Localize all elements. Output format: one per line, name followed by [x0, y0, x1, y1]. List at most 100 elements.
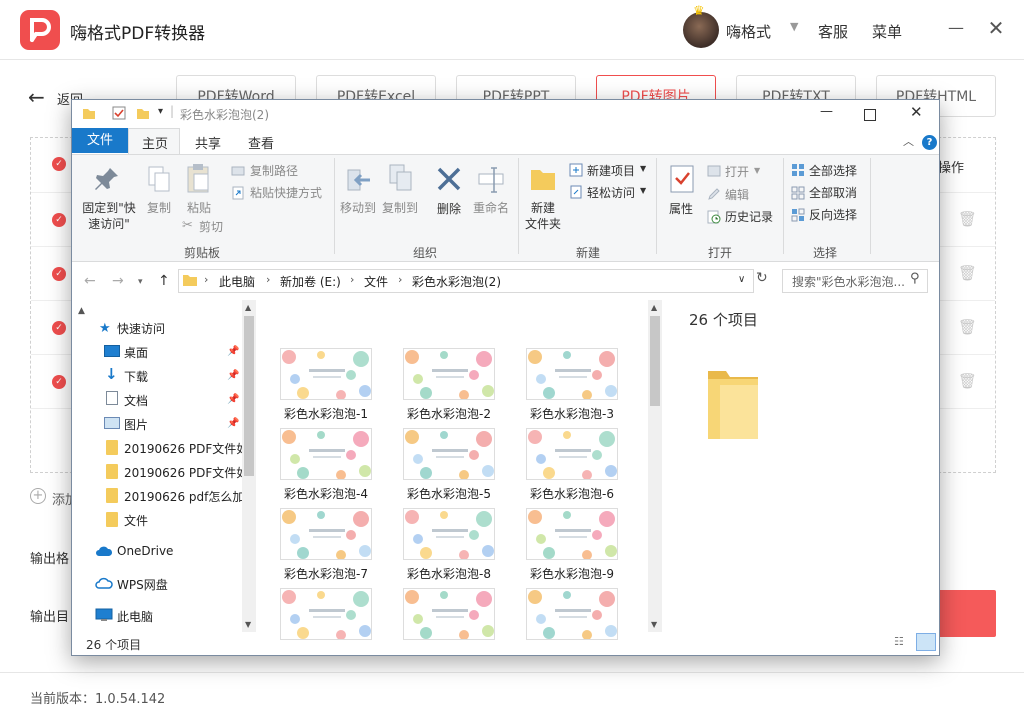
pin-icon[interactable]: 📌 [227, 370, 239, 381]
quick-access-toolbar-dropdown-icon[interactable]: ▾ [158, 106, 163, 117]
file-thumbnail[interactable] [526, 348, 618, 400]
nav-item-quick-access[interactable]: 快速访问 [117, 320, 235, 337]
breadcrumb-separator-icon[interactable]: › [350, 273, 354, 286]
nav-item-documents[interactable]: 文档 [124, 392, 242, 409]
nav-item-desktop[interactable]: 桌面 [124, 344, 242, 361]
refresh-icon[interactable]: ↻ [756, 270, 768, 286]
trash-icon[interactable]: 🗑 [958, 264, 977, 282]
explorer-maximize-icon[interactable] [864, 109, 876, 121]
tab-home[interactable]: 主页 [142, 133, 168, 152]
scroll-down-icon[interactable]: ▼ [651, 620, 657, 629]
menu-button[interactable]: 菜单 [872, 21, 902, 42]
file-thumbnail[interactable] [403, 508, 495, 560]
breadcrumb-separator-icon[interactable]: › [266, 273, 270, 286]
delete-button[interactable]: 删除 [431, 201, 467, 217]
tab-file[interactable]: 文件 [72, 128, 128, 153]
new-item-button[interactable]: 新建项目 [587, 163, 635, 179]
address-dropdown-icon[interactable]: ∨ [738, 274, 745, 285]
trash-icon[interactable]: 🗑 [958, 318, 977, 336]
new-folder-icon[interactable] [136, 106, 150, 120]
file-name-label[interactable]: 彩色水彩泡泡-4 [266, 485, 386, 502]
breadcrumb-separator-icon[interactable]: › [204, 273, 208, 286]
move-to-button[interactable]: 移动到 [338, 200, 378, 216]
file-name-label[interactable]: 彩色水彩泡泡-7 [266, 565, 386, 582]
nav-item-folder-3[interactable]: 20190626 pdf怎么加 [124, 488, 242, 505]
scroll-up-icon[interactable]: ▲ [651, 303, 657, 312]
breadcrumb-current[interactable]: 彩色水彩泡泡(2) [412, 273, 501, 290]
up-arrow-icon[interactable]: ↑ [158, 273, 170, 289]
file-thumbnail[interactable] [403, 348, 495, 400]
file-thumbnail[interactable] [526, 508, 618, 560]
copy-path-button[interactable]: 复制路径 [250, 163, 298, 179]
pin-icon[interactable]: 📌 [227, 394, 239, 405]
nav-item-onedrive[interactable]: OneDrive [117, 544, 235, 558]
checkbox-checked-icon[interactable]: ✓ [52, 157, 66, 171]
nav-item-downloads[interactable]: 下载 [124, 368, 242, 385]
select-all-button[interactable]: 全部选择 [809, 163, 857, 179]
support-button[interactable]: 客服 [818, 21, 848, 42]
chevron-down-icon[interactable]: ▼ [754, 166, 760, 175]
history-button[interactable]: 历史记录 [725, 209, 773, 225]
pin-icon[interactable]: 📌 [227, 418, 239, 429]
file-name-label[interactable]: 彩色水彩泡泡-8 [389, 565, 509, 582]
nav-scroll-up-icon[interactable]: ▲ [78, 306, 85, 316]
cut-button[interactable]: 剪切 [199, 219, 223, 235]
close-icon[interactable]: ✕ [985, 16, 1007, 40]
file-thumbnail[interactable] [526, 428, 618, 480]
minimize-icon[interactable]: — [946, 18, 966, 38]
nav-item-folder-1[interactable]: 20190626 PDF文件如 [124, 440, 242, 457]
file-name-label[interactable]: 彩色水彩泡泡-3 [512, 405, 632, 422]
checkbox-checked-icon[interactable]: ✓ [52, 321, 66, 335]
file-thumbnail[interactable] [403, 588, 495, 640]
file-name-label[interactable]: 彩色水彩泡泡-5 [389, 485, 509, 502]
file-thumbnail[interactable] [280, 508, 372, 560]
paste-shortcut-button[interactable]: 粘贴快捷方式 [250, 185, 322, 201]
chevron-down-icon[interactable]: ▼ [790, 20, 798, 33]
pin-icon[interactable]: 📌 [227, 346, 239, 357]
search-icon[interactable]: ⚲ [910, 271, 920, 286]
pin-quick-access-button[interactable]: 固定到"快 速访问" [76, 200, 142, 232]
checkbox-checked-icon[interactable]: ✓ [52, 213, 66, 227]
new-folder-button[interactable]: 新建 文件夹 [524, 200, 562, 232]
scroll-down-icon[interactable]: ▼ [245, 620, 251, 629]
file-thumbnail[interactable] [280, 348, 372, 400]
breadcrumb-separator-icon[interactable]: › [398, 273, 402, 286]
nav-item-pictures[interactable]: 图片 [124, 416, 242, 433]
copy-button[interactable]: 复制 [144, 200, 174, 216]
select-none-button[interactable]: 全部取消 [809, 185, 857, 201]
chevron-down-icon[interactable]: ▼ [640, 164, 646, 173]
breadcrumb-drive[interactable]: 新加卷 (E:) [280, 273, 341, 290]
explorer-minimize-icon[interactable]: — [820, 104, 833, 119]
file-name-label[interactable]: 彩色水彩泡泡-9 [512, 565, 632, 582]
file-name-label[interactable]: 彩色水彩泡泡-1 [266, 405, 386, 422]
chevron-down-icon[interactable]: ▼ [640, 186, 646, 195]
user-name[interactable]: 嗨格式 [726, 21, 771, 42]
add-circle-icon[interactable]: + [30, 488, 46, 504]
explorer-close-icon[interactable]: ✕ [910, 103, 923, 121]
checkbox-checked-icon[interactable]: ✓ [52, 267, 66, 281]
nav-item-wps-cloud[interactable]: WPS网盘 [117, 576, 235, 593]
edit-button[interactable]: 编辑 [725, 187, 749, 203]
file-name-label[interactable]: 彩色水彩泡泡-2 [389, 405, 509, 422]
content-scrollbar-thumb[interactable] [650, 316, 660, 406]
convert-button[interactable] [936, 590, 996, 637]
nav-item-folder-4[interactable]: 文件 [124, 512, 242, 529]
details-view-icon[interactable]: ☷ [894, 635, 910, 649]
breadcrumb-folder[interactable]: 文件 [364, 273, 388, 290]
recent-locations-icon[interactable]: ▾ [138, 277, 143, 287]
back-arrow-icon[interactable]: ← [84, 273, 96, 289]
help-icon[interactable]: ? [922, 135, 937, 150]
tab-view[interactable]: 查看 [248, 133, 274, 152]
file-thumbnail[interactable] [403, 428, 495, 480]
paste-button[interactable]: 粘贴 [184, 200, 214, 216]
forward-arrow-icon[interactable]: → [112, 273, 124, 289]
rename-button[interactable]: 重命名 [470, 200, 512, 216]
trash-icon[interactable]: 🗑 [958, 210, 977, 228]
checkbox-checked-icon[interactable]: ✓ [52, 375, 66, 389]
invert-selection-button[interactable]: 反向选择 [809, 207, 857, 223]
nav-item-folder-2[interactable]: 20190626 PDF文件如 [124, 464, 242, 481]
breadcrumb-this-pc[interactable]: 此电脑 [219, 273, 255, 290]
collapse-ribbon-icon[interactable]: ︿ [903, 133, 914, 149]
large-icons-view-icon[interactable] [916, 633, 936, 651]
file-thumbnail[interactable] [280, 588, 372, 640]
